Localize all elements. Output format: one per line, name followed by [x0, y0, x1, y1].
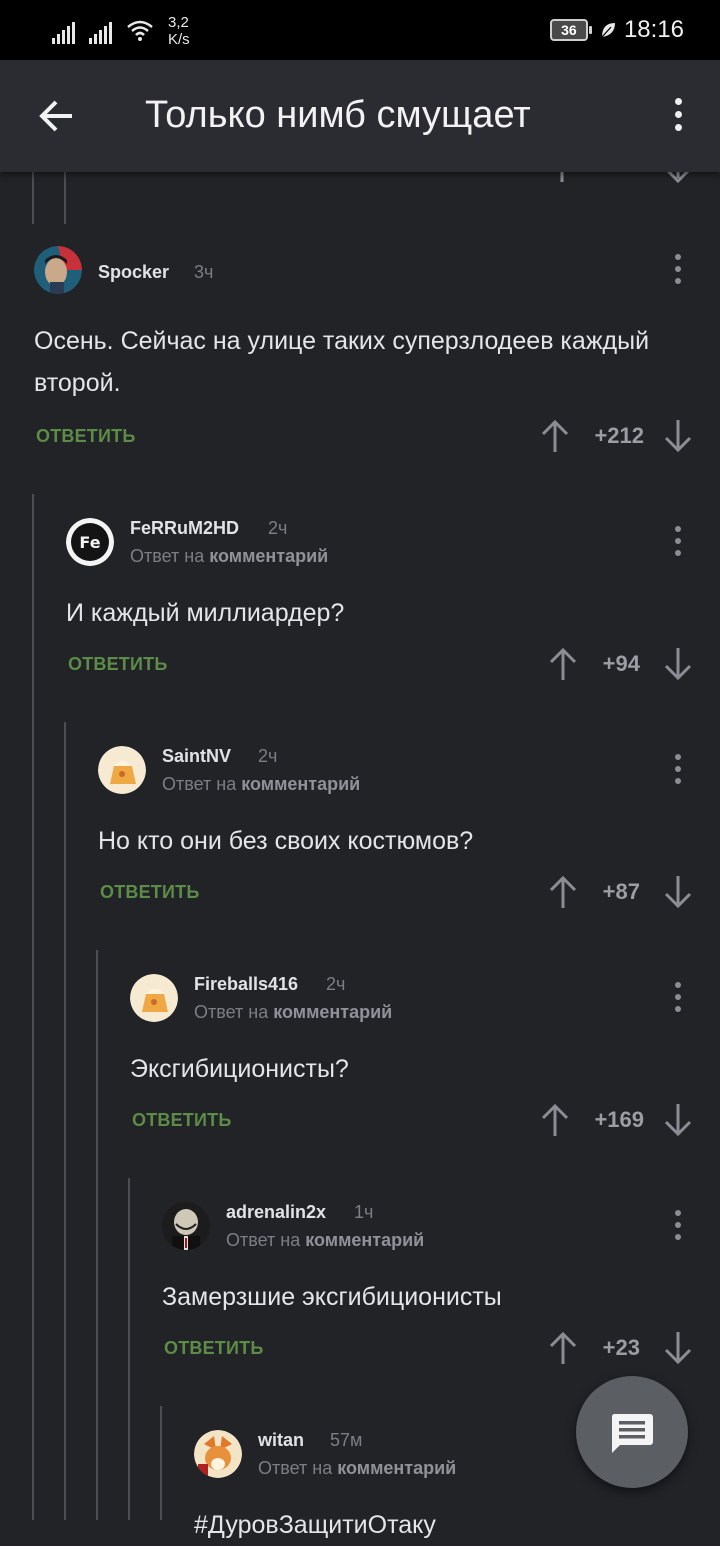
avatar[interactable]: Fe — [66, 518, 114, 566]
more-vert-icon[interactable] — [664, 94, 692, 138]
avatar[interactable] — [130, 974, 178, 1022]
reply-button[interactable]: ОТВЕТИТЬ — [100, 882, 199, 903]
status-bar: 3,2 K/s 36 18:16 — [0, 0, 720, 60]
reply-button[interactable]: ОТВЕТИТЬ — [36, 426, 135, 447]
more-vert-icon — [668, 978, 688, 1012]
comment-score: +212 — [594, 423, 644, 448]
reply-button[interactable]: ОТВЕТИТЬ — [132, 1110, 231, 1131]
comment-author[interactable]: Fireballs416 — [194, 974, 298, 995]
comment-score: +23 — [602, 1335, 640, 1360]
thread-line — [128, 1178, 130, 1520]
comment-icon — [611, 1414, 653, 1453]
comment-author[interactable]: Spocker — [98, 262, 169, 283]
comment-more-button[interactable] — [668, 750, 688, 790]
avatar[interactable] — [162, 1202, 210, 1250]
reply-button[interactable]: ОТВЕТИТЬ — [164, 1338, 263, 1359]
comment-text: Но кто они без своих костюмов? — [98, 827, 474, 855]
reply-to-info: Ответ на комментарий — [194, 1002, 392, 1023]
comment-score: +169 — [594, 1107, 644, 1132]
thread-line — [64, 172, 66, 224]
leaf-icon — [601, 23, 615, 38]
page-title: Только нимб смущает — [145, 94, 531, 136]
arrow-down-icon[interactable] — [660, 872, 696, 912]
thread-line — [64, 722, 66, 1520]
status-icons: 3,2 K/s — [52, 14, 190, 48]
comment-author[interactable]: adrenalin2x — [226, 1202, 326, 1223]
avatar[interactable] — [194, 1430, 242, 1478]
comment-author[interactable]: witan — [258, 1430, 304, 1451]
reply-to-prefix: Ответ на — [258, 1458, 333, 1478]
signal-icon — [52, 18, 75, 44]
network-speed: 3,2 K/s — [168, 14, 190, 48]
reply-to-link[interactable]: комментарий — [209, 546, 328, 566]
comment-author[interactable]: SaintNV — [162, 746, 231, 767]
reply-to-info: Ответ на комментарий — [130, 546, 328, 567]
reply-to-prefix: Ответ на — [162, 774, 237, 794]
avatar[interactable] — [98, 746, 146, 794]
comment-time: 2ч — [268, 518, 288, 538]
add-comment-button[interactable] — [576, 1376, 688, 1488]
clock: 18:16 — [623, 16, 684, 43]
comment-text: Замерзшие эксгибиционисты — [162, 1283, 502, 1311]
comment-text: И каждый миллиардер? — [66, 599, 345, 627]
comment-time: 3ч — [194, 262, 214, 282]
thread-line — [96, 950, 98, 1520]
reply-to-prefix: Ответ на — [130, 546, 205, 566]
comment-text: Эксгибиционисты? — [130, 1055, 349, 1083]
comment-more-button[interactable] — [668, 250, 688, 290]
arrow-up-icon[interactable] — [537, 1100, 573, 1140]
reply-to-prefix: Ответ на — [226, 1230, 301, 1250]
status-right: 36 18:16 — [549, 16, 684, 44]
arrow-left-icon[interactable] — [30, 90, 82, 142]
more-vert-icon — [668, 750, 688, 784]
reply-to-prefix: Ответ на — [194, 1002, 269, 1022]
wifi-icon — [127, 20, 153, 41]
comment-more-button[interactable] — [668, 978, 688, 1018]
network-speed-value: 3,2 — [168, 14, 189, 31]
reply-to-info: Ответ на комментарий — [162, 774, 360, 795]
app-bar: Только нимб смущает — [0, 60, 720, 172]
comment-feed: Spocker 3ч Осень. Сейчас на улице таких … — [0, 0, 720, 1539]
reply-to-link[interactable]: комментарий — [305, 1230, 424, 1250]
comment-more-button[interactable] — [668, 522, 688, 562]
signal-icon — [89, 18, 112, 44]
comment-time: 57м — [330, 1430, 363, 1450]
arrow-down-icon[interactable] — [660, 1100, 696, 1140]
battery-icon: 36 — [549, 19, 592, 41]
avatar[interactable] — [34, 246, 82, 294]
comment-time: 1ч — [354, 1202, 374, 1222]
comment-time: 2ч — [326, 974, 346, 994]
thread-line — [160, 1406, 162, 1520]
thread-line — [32, 494, 34, 1520]
arrow-down-icon[interactable] — [660, 1328, 696, 1368]
more-vert-icon — [668, 1206, 688, 1240]
reply-to-link[interactable]: комментарий — [337, 1458, 456, 1478]
comment-more-button[interactable] — [668, 1206, 688, 1246]
reply-to-info: Ответ на комментарий — [226, 1230, 424, 1251]
comment-score: +87 — [602, 879, 640, 904]
arrow-up-icon[interactable] — [537, 416, 573, 456]
comment-time: 2ч — [258, 746, 278, 766]
svg-text:Fe: Fe — [79, 533, 100, 552]
thread-line — [32, 172, 34, 224]
reply-button[interactable]: ОТВЕТИТЬ — [68, 654, 167, 675]
more-vert-icon — [668, 522, 688, 556]
network-speed-unit: K/s — [168, 31, 190, 48]
reply-to-link[interactable]: комментарий — [273, 1002, 392, 1022]
comment-score: +94 — [602, 651, 640, 676]
comment-text: Осень. Сейчас на улице таких суперзлодее… — [34, 327, 650, 397]
comment-author[interactable]: FeRRuM2HD — [130, 518, 239, 539]
reply-to-info: Ответ на комментарий — [258, 1458, 456, 1479]
reply-to-link[interactable]: комментарий — [241, 774, 360, 794]
comment-text: #ДуровЗащитиОтаку — [194, 1511, 436, 1539]
more-vert-icon — [668, 250, 688, 284]
arrow-down-icon[interactable] — [660, 416, 696, 456]
arrow-down-icon[interactable] — [660, 644, 696, 684]
